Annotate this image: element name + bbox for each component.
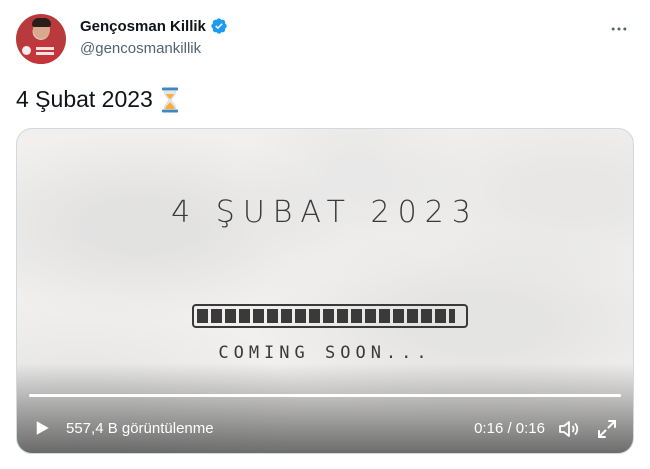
video-time: 0:16 / 0:16	[474, 420, 545, 437]
volume-icon	[559, 421, 579, 437]
loading-bar-fill	[197, 309, 456, 323]
author-name-row: Gençosman Killik	[80, 17, 228, 35]
tweet-text-content: 4 Şubat 2023	[16, 86, 153, 112]
verified-badge-icon	[210, 17, 228, 35]
hourglass-emoji-icon	[161, 87, 179, 113]
author-handle[interactable]: @gencosmankillik	[80, 40, 201, 57]
coming-soon-text: COMING SOON...	[218, 343, 432, 363]
view-count: 557,4 B görüntülenme	[66, 420, 214, 437]
tweet-header: Gençosman Killik @gencosmankillik	[16, 14, 636, 66]
video-title-text: 4 ŞUBAT 2023	[171, 195, 479, 230]
more-options-icon[interactable]	[606, 16, 632, 42]
video-progress-bar[interactable]	[29, 394, 621, 397]
video-progress-fill	[29, 394, 621, 397]
display-name[interactable]: Gençosman Killik	[80, 18, 206, 35]
video-player[interactable]: 4 ŞUBAT 2023 COMING SOON... 557,4 B görü…	[16, 128, 634, 454]
volume-button[interactable]	[557, 417, 581, 441]
avatar[interactable]	[16, 14, 66, 64]
tweet-text: 4 Şubat 2023	[16, 86, 179, 113]
play-button[interactable]	[31, 417, 53, 439]
fullscreen-button[interactable]	[595, 417, 619, 441]
play-icon	[36, 421, 49, 435]
fullscreen-icon	[598, 420, 616, 438]
loading-bar	[192, 304, 468, 328]
video-control-bar: 557,4 B görüntülenme 0:16 / 0:16	[17, 409, 633, 449]
